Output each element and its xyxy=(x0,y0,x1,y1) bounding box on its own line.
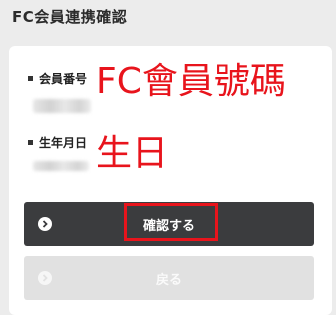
chevron-right-circle-icon xyxy=(38,217,52,231)
back-button[interactable]: 戻る xyxy=(24,256,314,300)
bullet-icon xyxy=(28,140,33,145)
confirm-highlight-box xyxy=(124,203,218,241)
member-number-annotation: FC會員號碼 xyxy=(96,61,286,102)
member-number-label-text: 会員番号 xyxy=(39,72,88,86)
birthdate-value-redacted xyxy=(33,161,89,171)
birthdate-label-text: 生年月日 xyxy=(39,136,88,150)
bullet-icon xyxy=(28,76,33,81)
header-bar: FC会員連携確認 xyxy=(0,0,336,34)
member-number-label: 会員番号 xyxy=(28,70,87,87)
chevron-right-circle-icon xyxy=(38,271,52,285)
member-number-value-redacted xyxy=(33,99,91,113)
birthdate-label: 生年月日 xyxy=(28,134,87,151)
page-title: FC会員連携確認 xyxy=(12,8,128,26)
birthdate-annotation: 生日 xyxy=(96,133,169,174)
back-button-label: 戻る xyxy=(155,272,182,288)
page: FC会員連携確認 会員番号 生年月日 FC會員號碼 生日 確認する 戻る xyxy=(0,0,336,315)
